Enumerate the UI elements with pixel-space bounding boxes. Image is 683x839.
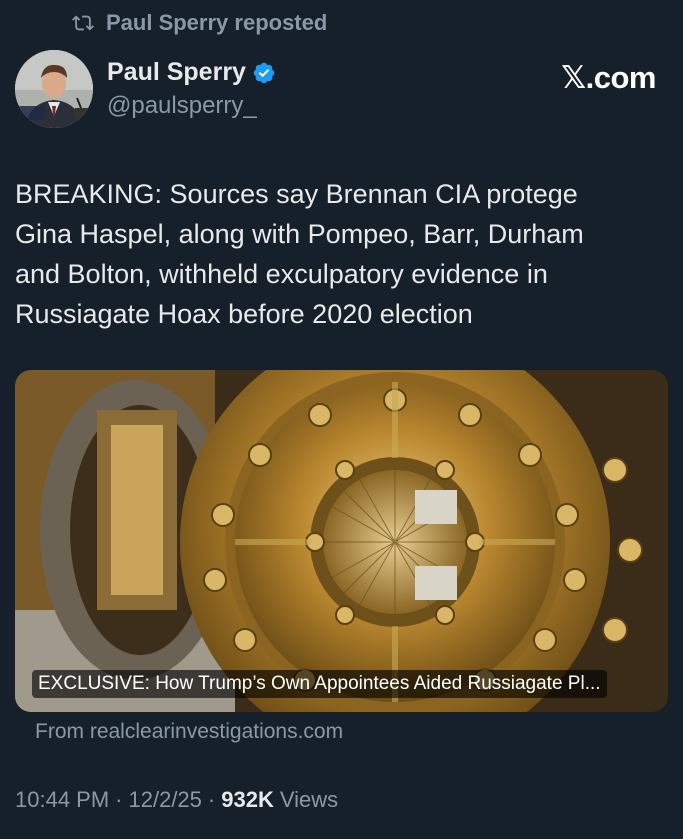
- tweet-text-line: BREAKING: Sources say Brennan CIA proteg…: [15, 179, 578, 209]
- x-logo: 𝕏.com: [561, 60, 656, 95]
- link-card-title[interactable]: EXCLUSIVE: How Trump’s Own Appointees Ai…: [32, 670, 607, 698]
- author-name-row[interactable]: Paul Sperry: [107, 58, 276, 87]
- tweet-text-line: Russiagate Hoax before 2020 election: [15, 299, 473, 329]
- author-handle[interactable]: @paulsperry_: [107, 92, 257, 120]
- repost-icon: [72, 15, 94, 31]
- views-label: Views: [279, 787, 339, 812]
- link-card-source[interactable]: From realclearinvestigations.com: [35, 720, 343, 744]
- link-card[interactable]: EXCLUSIVE: How Trump’s Own Appointees Ai…: [15, 370, 668, 712]
- tweet-text: BREAKING: Sources say Brennan CIA proteg…: [15, 174, 665, 334]
- repost-indicator[interactable]: Paul Sperry reposted: [72, 10, 327, 36]
- tweet-time[interactable]: 10:44 PM: [15, 787, 109, 813]
- vault-door-image: [15, 370, 668, 712]
- avatar[interactable]: [15, 50, 93, 128]
- meta-separator: ·: [115, 787, 123, 812]
- views-count[interactable]: 932K: [221, 787, 274, 813]
- tweet-text-line: and Bolton, withheld exculpatory evidenc…: [15, 259, 548, 289]
- repost-label: Paul Sperry reposted: [106, 10, 328, 35]
- tweet-meta: 10:44 PM · 12/2/25 · 932K Views: [15, 787, 338, 813]
- verified-badge-icon: [253, 62, 275, 83]
- avatar-image: [15, 50, 93, 128]
- tweet-date[interactable]: 12/2/25: [129, 787, 202, 813]
- meta-separator: ·: [207, 787, 216, 812]
- author-display-name[interactable]: Paul Sperry: [107, 58, 246, 87]
- tweet-text-line: Gina Haspel, along with Pompeo, Barr, Du…: [15, 219, 584, 249]
